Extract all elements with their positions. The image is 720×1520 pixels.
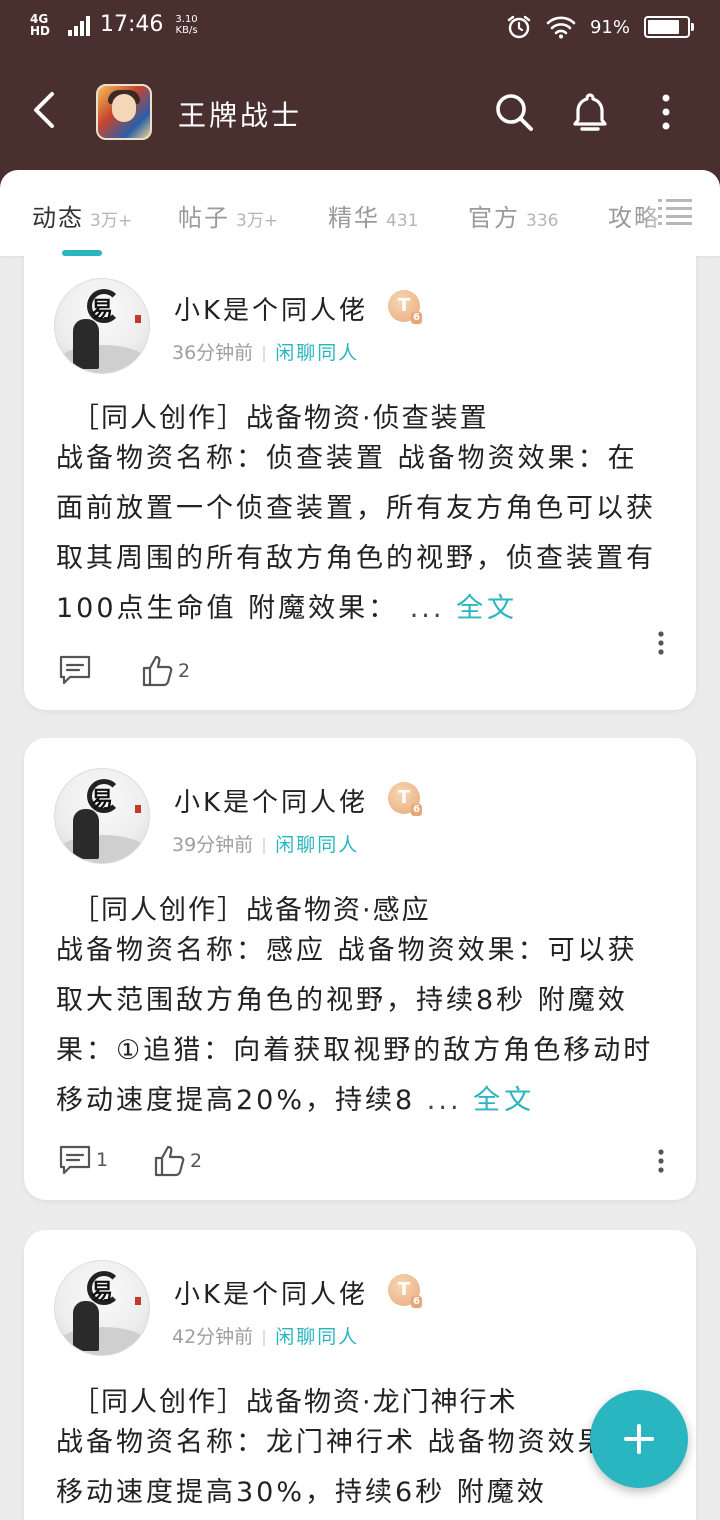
post-card[interactable]: 易 小K是个同人佬 T6 39分钟前 闲聊同人 ［同人创作］战备物资·感应 战备物…	[24, 738, 696, 1200]
post-category[interactable]: 闲聊同人	[275, 342, 359, 364]
post-time: 42分钟前	[172, 1326, 254, 1348]
post-meta: 42分钟前 闲聊同人	[172, 1322, 359, 1349]
clock: 17:46	[100, 12, 164, 37]
like-count: 2	[178, 660, 191, 682]
signal-icon	[68, 14, 90, 36]
like-button[interactable]: 2	[140, 654, 190, 688]
wifi-icon	[546, 16, 576, 39]
post-time: 36分钟前	[172, 342, 254, 364]
post-time: 39分钟前	[172, 834, 254, 856]
avatar[interactable]: 易	[54, 278, 150, 374]
list-menu-icon[interactable]	[658, 198, 692, 226]
post-card[interactable]: 易 小K是个同人佬 T6 42分钟前 闲聊同人 ［同人创作］战备物资·龙门神行术 …	[24, 1230, 696, 1520]
level-badge: T6	[388, 782, 422, 816]
ellipsis: ...	[409, 593, 445, 624]
comment-button[interactable]	[58, 654, 96, 686]
level-badge: T6	[388, 290, 422, 324]
level-letter: T	[397, 295, 411, 316]
read-more-link[interactable]: 全文	[456, 593, 518, 624]
thumbs-up-icon	[154, 1145, 185, 1177]
post-body-text: 战备物资名称：侦查装置 战备物资效果：在面前放置一个侦查装置，所有友方角色可以获…	[56, 443, 656, 624]
comment-icon	[59, 1145, 91, 1175]
tab-featured[interactable]: 精华 431	[328, 198, 418, 233]
more-vertical-icon[interactable]	[644, 90, 688, 134]
status-bar: 4G HD 17:46 3.10 KB/s 91%	[0, 0, 720, 58]
network-type: 4G HD	[30, 11, 51, 38]
battery-icon	[644, 16, 694, 38]
post-meta: 39分钟前 闲聊同人	[172, 830, 359, 857]
battery-percent: 91%	[589, 16, 630, 38]
post-body: 战备物资名称：龙门神行术 战备物资效果：移动速度提高30%，持续6秒 附魔效	[56, 1418, 666, 1518]
create-post-button[interactable]	[590, 1390, 688, 1488]
tab-posts[interactable]: 帖子 3万+	[178, 198, 278, 233]
comment-icon	[59, 655, 91, 685]
post-body-text: 战备物资名称：感应 战备物资效果：可以获取大范围敌方角色的视野，持续8秒 附魔效…	[56, 935, 654, 1116]
post-title: ［同人创作］战备物资·龙门神行术	[72, 1387, 518, 1418]
post-feed: 易 小K是个同人佬 T6 36分钟前 闲聊同人 ［同人创作］战备物资·侦查装置 战…	[0, 256, 720, 1520]
level-number: 6	[411, 804, 422, 816]
post-title: ［同人创作］战备物资·感应	[72, 895, 431, 926]
network-speed: 3.10 KB/s	[175, 14, 197, 36]
username[interactable]: 小K是个同人佬	[174, 782, 368, 819]
bell-icon[interactable]	[568, 90, 612, 134]
tab-label: 官方	[468, 204, 520, 232]
tab-count: 431	[386, 211, 419, 231]
tab-count: 336	[526, 211, 559, 231]
post-body-text: 战备物资名称：龙门神行术 战备物资效果：移动速度提高30%，持续6秒 附魔效	[56, 1427, 638, 1508]
speed-unit: KB/s	[175, 24, 198, 36]
level-number: 6	[411, 312, 422, 324]
post-category[interactable]: 闲聊同人	[275, 834, 359, 856]
ellipsis: ...	[426, 1085, 462, 1116]
tab-label: 动态	[32, 204, 84, 232]
read-more-link[interactable]: 全文	[473, 1085, 535, 1116]
post-more-icon[interactable]	[656, 630, 666, 656]
post-more-icon[interactable]	[656, 1148, 666, 1174]
post-meta: 36分钟前 闲聊同人	[172, 338, 359, 365]
level-badge: T6	[388, 1274, 422, 1308]
post-card[interactable]: 易 小K是个同人佬 T6 36分钟前 闲聊同人 ［同人创作］战备物资·侦查装置 战…	[24, 256, 696, 710]
username[interactable]: 小K是个同人佬	[174, 290, 368, 327]
username[interactable]: 小K是个同人佬	[174, 1274, 368, 1311]
speed-value: 3.10	[175, 13, 198, 25]
level-letter: T	[397, 1279, 411, 1300]
level-number: 6	[411, 1296, 422, 1308]
comment-count: 1	[96, 1149, 109, 1171]
post-body: 战备物资名称：侦查装置 战备物资效果：在面前放置一个侦查装置，所有友方角色可以获…	[56, 434, 666, 634]
nav-bar: 王牌战士	[0, 70, 720, 150]
comment-button[interactable]: 1	[58, 1144, 108, 1176]
game-logo[interactable]	[96, 84, 152, 140]
tab-dynamic[interactable]: 动态 3万+	[32, 198, 132, 233]
like-button[interactable]: 2	[152, 1144, 202, 1178]
post-body: 战备物资名称：感应 战备物资效果：可以获取大范围敌方角色的视野，持续8秒 附魔效…	[56, 926, 666, 1126]
tab-label: 帖子	[178, 204, 230, 232]
tab-count: 3万+	[236, 211, 279, 231]
alarm-icon	[507, 15, 531, 39]
search-icon[interactable]	[492, 90, 536, 134]
post-category[interactable]: 闲聊同人	[275, 1326, 359, 1348]
tab-bar: 动态 3万+ 帖子 3万+ 精华 431 官方 336 攻略	[0, 170, 720, 256]
post-title: ［同人创作］战备物资·侦查装置	[72, 403, 489, 434]
avatar[interactable]: 易	[54, 1260, 150, 1356]
tab-official[interactable]: 官方 336	[468, 198, 558, 233]
like-count: 2	[190, 1150, 203, 1172]
thumbs-up-icon	[142, 655, 173, 687]
page-title: 王牌战士	[178, 99, 303, 132]
back-arrow-icon[interactable]	[26, 88, 66, 132]
tab-label: 精华	[328, 204, 380, 232]
level-letter: T	[397, 787, 411, 808]
tab-count: 3万+	[90, 211, 133, 231]
avatar[interactable]: 易	[54, 768, 150, 864]
